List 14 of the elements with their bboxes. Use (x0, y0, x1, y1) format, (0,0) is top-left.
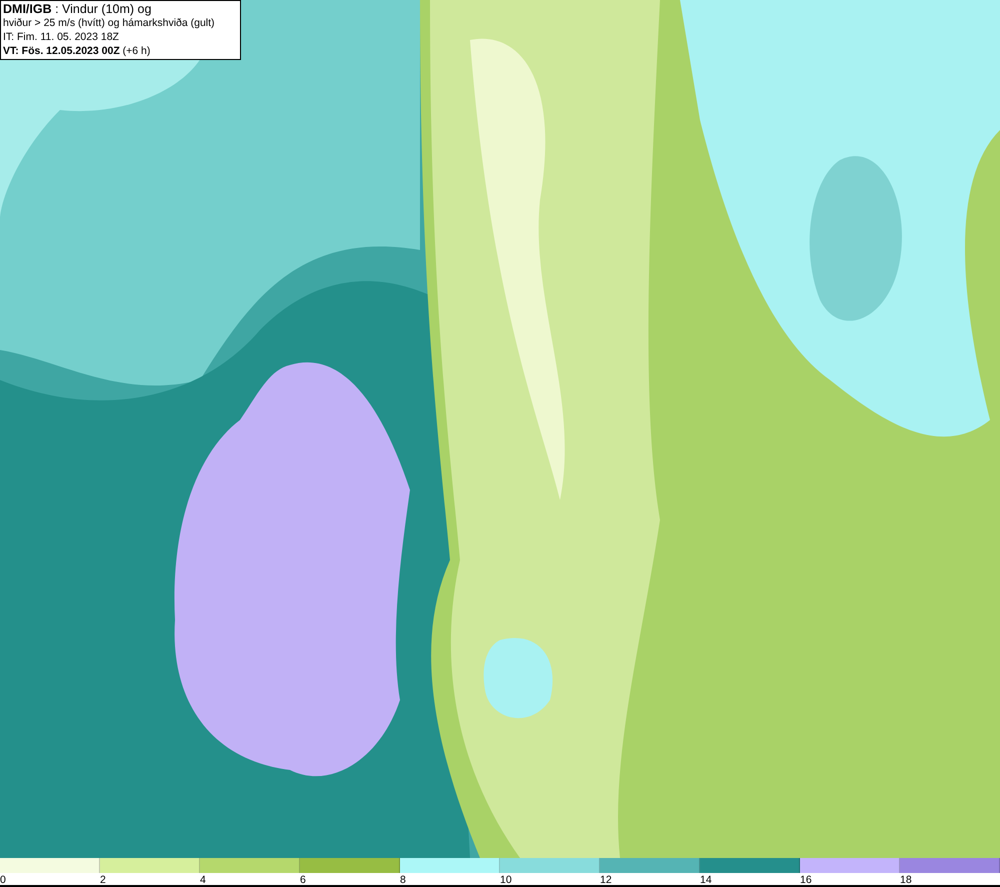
legend-tick-label: 8 (400, 873, 406, 887)
legend-tick-label: 6 (300, 873, 306, 887)
legend-tick-label: 4 (200, 873, 206, 887)
title-line: IT: Fim. 11. 05. 2023 18Z (3, 30, 120, 44)
title-line: VT: Fös. 12.05.2023 00Z (+6 h) (3, 44, 152, 58)
legend-tick-label: 2 (100, 873, 106, 887)
map-title: DMI/IGB : Vindur (10m) og (3, 2, 152, 16)
legend-tick-label: 0 (0, 873, 6, 887)
legend-tick-label: 10 (500, 873, 512, 887)
legend-tick-label: 16 (800, 873, 812, 887)
legend-tick-label: 14 (700, 873, 712, 887)
title-line: hviður > 25 m/s (hvítt) og hámarkshviða (gult) (3, 16, 216, 30)
legend-tick-label: 12 (600, 873, 612, 887)
legend-tick-label: 18 (900, 873, 912, 887)
